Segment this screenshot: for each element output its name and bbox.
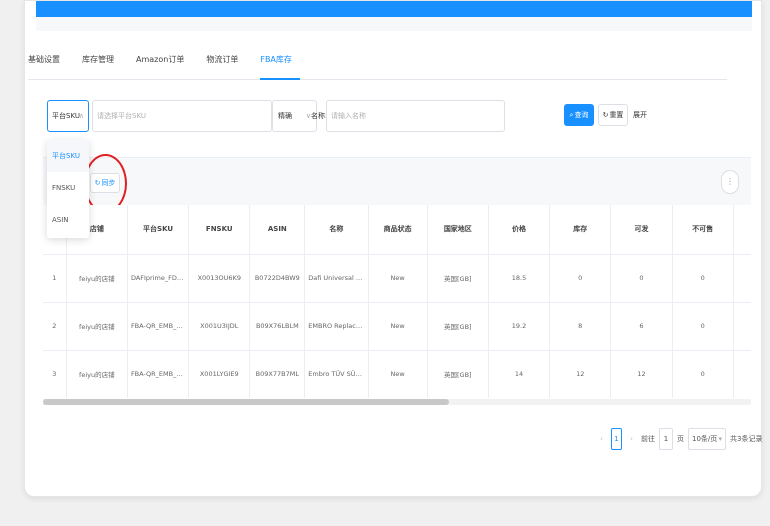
page-size-select[interactable]: 10条/页 ▾ <box>688 428 726 450</box>
horizontal-scrollbar[interactable] <box>43 399 449 405</box>
tab-bar: 基础设置 库存管理 Amazon订单 物流订单 FBA库存 <box>28 50 727 80</box>
next-page-button[interactable]: › <box>626 427 637 451</box>
table-cell: feiyu的店铺 <box>66 302 128 351</box>
inventory-table: 店铺 平台SKU FNSKU ASIN 名称 商品状态 国家地区 价格 库存 可… <box>43 205 751 398</box>
total-records: 共3条记录 <box>730 435 763 443</box>
column-settings-icon[interactable]: ⋮ <box>721 170 739 194</box>
table-cell: 2 <box>733 302 751 351</box>
table-cell: 英国[GB] <box>427 254 489 303</box>
dropdown-option-asin[interactable]: ASIN <box>47 204 89 236</box>
tab-inventory-management[interactable]: 库存管理 <box>82 50 122 80</box>
table-cell: 8 <box>549 302 612 351</box>
sku-type-value: 平台SKU <box>52 112 80 120</box>
sku-input[interactable]: 请选择平台SKU <box>92 100 272 132</box>
goto-label: 前往 <box>641 435 655 443</box>
column-header: 预留 <box>733 205 751 255</box>
table-cell: 0 <box>733 350 751 398</box>
column-header: 价格 <box>488 205 551 255</box>
column-header: 平台SKU <box>127 205 190 255</box>
table-cell: New <box>368 254 428 303</box>
page-number-current[interactable]: 1 <box>611 428 622 450</box>
tab-fba-inventory[interactable]: FBA库存 <box>260 50 300 80</box>
match-mode-value: 精确 <box>278 112 292 120</box>
page-unit-label: 页 <box>677 435 684 443</box>
column-header: 不可售 <box>672 205 734 255</box>
table-cell: 2 <box>43 302 67 351</box>
search-icon: ⌕ <box>569 110 574 119</box>
table-cell: FBA-QR_EMB_RWF... <box>127 302 190 351</box>
table-row[interactable]: 2 feiyu的店铺 FBA-QR_EMB_RWF... X001U3IJDL … <box>43 302 751 351</box>
table-cell: B09X77B7ML <box>249 350 306 398</box>
table-cell: FBA-QR_EMB_RWF... <box>127 350 190 398</box>
dropdown-option-fnsku[interactable]: FNSKU <box>47 172 89 204</box>
column-header: 名称 <box>304 205 369 255</box>
table-cell: 0 <box>733 254 751 303</box>
table-cell: 12 <box>549 350 612 398</box>
name-placeholder: 请输入名称 <box>331 112 366 120</box>
table-cell: 3 <box>43 350 67 398</box>
table-cell: 0 <box>672 350 734 398</box>
table-cell: Embro TÜV SÜD C... <box>304 350 369 398</box>
pagination: ‹ 1 › 前往 1 页 10条/页 ▾ 共3条记录 <box>596 425 762 453</box>
table-cell: X001LYGIE9 <box>188 350 251 398</box>
page-size-value: 10条/页 <box>692 435 718 443</box>
table-cell: 0 <box>672 302 734 351</box>
reset-button[interactable]: ↻ 重置 <box>598 104 628 126</box>
sku-type-dropdown: 平台SKU FNSKU ASIN <box>47 140 89 238</box>
goto-page-input[interactable]: 1 <box>659 428 673 450</box>
table-row[interactable]: 3 feiyu的店铺 FBA-QR_EMB_RWF... X001LYGIE9 … <box>43 350 751 398</box>
table-cell: 0 <box>672 254 734 303</box>
table-cell: 1 <box>43 254 67 303</box>
table-cell: New <box>368 302 428 351</box>
table-cell: 14 <box>488 350 551 398</box>
table-cell: B09X76LBLM <box>249 302 306 351</box>
reset-button-label: 重置 <box>609 111 624 119</box>
table-row[interactable]: 1 feiyu的店铺 DAFIprime_FDuni-... X0013OU6K… <box>43 254 751 303</box>
column-header: 国家地区 <box>427 205 489 255</box>
dropdown-option-platform-sku[interactable]: 平台SKU <box>47 140 89 172</box>
search-button-label: 查询 <box>574 111 589 119</box>
top-banner <box>36 1 752 17</box>
banner-spacer <box>36 17 752 31</box>
table-cell: 6 <box>610 302 673 351</box>
table-cell: feiyu的店铺 <box>66 350 128 398</box>
prev-page-button[interactable]: ‹ <box>596 427 607 451</box>
table-cell: New <box>368 350 428 398</box>
tab-amazon-orders[interactable]: Amazon订单 <box>136 50 192 80</box>
table-cell: 0 <box>610 254 673 303</box>
table-cell: 英国[GB] <box>427 350 489 398</box>
table-toolbar: ↻ 同步 ⋮ <box>43 157 751 205</box>
table-cell: 0 <box>549 254 612 303</box>
column-header: ASIN <box>249 205 306 255</box>
table-cell: EMBRO Replaceme... <box>304 302 369 351</box>
filter-row: 平台SKU ∧ 请选择平台SKU 精确 ∨ 名称: 请输入名称 ⌕ 查询 ↻ 重… <box>47 100 747 132</box>
table-cell: 18.5 <box>488 254 551 303</box>
table-cell: 19.2 <box>488 302 551 351</box>
column-header: 可发 <box>610 205 673 255</box>
search-button[interactable]: ⌕ 查询 <box>564 104 594 126</box>
table-cell: feiyu的店铺 <box>66 254 128 303</box>
sku-type-select[interactable]: 平台SKU ∧ <box>47 100 89 132</box>
table-cell: B0722D4BW9 <box>249 254 306 303</box>
chevron-up-icon: ∧ <box>78 112 84 120</box>
column-header: 库存 <box>549 205 612 255</box>
column-header: 商品状态 <box>368 205 428 255</box>
table-cell: DAFIprime_FDuni-... <box>127 254 190 303</box>
table-cell: Dafi Universal Wat... <box>304 254 369 303</box>
table-cell: 英国[GB] <box>427 302 489 351</box>
chevron-down-icon: ▾ <box>718 435 722 443</box>
table-cell: X0013OU6K9 <box>188 254 251 303</box>
tab-logistics-orders[interactable]: 物流订单 <box>206 50 246 80</box>
tab-basic-settings[interactable]: 基础设置 <box>28 50 68 80</box>
sku-placeholder: 请选择平台SKU <box>97 112 146 120</box>
table-header-row: 店铺 平台SKU FNSKU ASIN 名称 商品状态 国家地区 价格 库存 可… <box>43 205 751 255</box>
table-cell: X001U3IJDL <box>188 302 251 351</box>
refresh-icon: ↻ <box>602 111 609 119</box>
table-cell: 12 <box>610 350 673 398</box>
name-label: 名称: <box>311 112 328 120</box>
expand-link[interactable]: 展开 <box>633 110 647 120</box>
name-input[interactable]: 请输入名称 <box>326 100 505 132</box>
column-header: FNSKU <box>188 205 251 255</box>
